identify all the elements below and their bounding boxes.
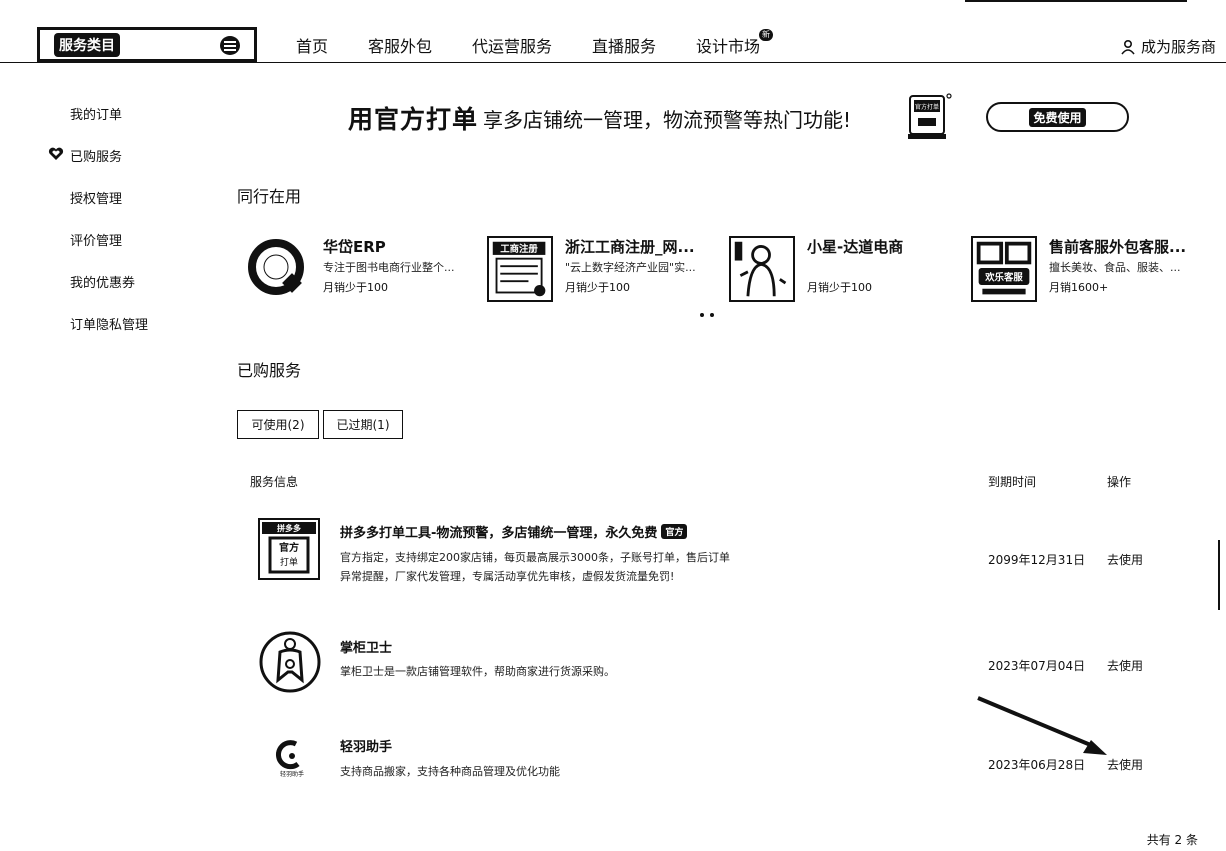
top-nav: 服务类目 首页 客服外包 代运营服务 直播服务 设计市场 新 成为服务商 <box>0 0 1226 63</box>
shopkeeper-guard-logo <box>259 631 321 693</box>
menu-icon[interactable] <box>220 36 240 55</box>
happy-service-logo: 欢乐客服 <box>971 236 1037 302</box>
sidebar-item-my-orders[interactable]: 我的订单 <box>70 104 122 123</box>
banner-illus-text: 官方打单 <box>915 103 939 111</box>
heart-icon <box>48 147 64 160</box>
annotation-arrow-icon <box>977 696 1107 755</box>
column-header-action: 操作 <box>1107 475 1132 489</box>
xiaoxing-logo <box>729 236 795 302</box>
service-title-text: 掌柜卫士 <box>340 641 393 656</box>
nav-operation-service[interactable]: 代运营服务 <box>472 33 552 57</box>
purchased-section-title: 已购服务 <box>237 361 302 380</box>
peer-card[interactable]: 华岱ERP 专注于图书电商行业整个... 月销少于100 <box>245 236 475 306</box>
tab-expired[interactable]: 已过期(1) <box>323 410 403 439</box>
column-header-expire: 到期时间 <box>988 475 1037 489</box>
peer-name: 小星-达道电商 <box>807 238 904 256</box>
service-title[interactable]: 掌柜卫士 <box>340 637 392 656</box>
row-logo-sub-text: 打单 <box>280 556 298 568</box>
banner-subtitle: 享多店铺统一管理，物流预警等热门功能! <box>483 108 852 132</box>
peers-section-title: 同行在用 <box>237 187 302 206</box>
service-desc: 掌柜卫士是一款店铺管理软件，帮助商家进行货源采购。 <box>340 665 615 678</box>
pdd-print-tool-logo: 拼多多 官方 打单 <box>258 518 320 580</box>
become-provider-label: 成为服务商 <box>1140 38 1216 56</box>
category-menu[interactable]: 服务类目 <box>37 27 257 62</box>
peer-name: 华岱ERP <box>323 238 386 256</box>
peer-sales: 月销少于100 <box>565 281 630 294</box>
carousel-dots[interactable] <box>700 313 720 317</box>
service-title-text: 拼多多打单工具-物流预警，多店铺统一管理，永久免费 <box>340 526 658 541</box>
qingyu-helper-logo: 轻羽助手 <box>276 740 304 778</box>
become-provider-link[interactable]: 成为服务商 <box>1120 36 1216 57</box>
row-logo-text: 轻羽助手 <box>280 770 304 778</box>
peer-name: 浙江工商注册_网... <box>565 238 695 256</box>
sidebar-item-purchased-services[interactable]: 已购服务 <box>70 146 122 165</box>
row-logo-main-text: 官方 <box>279 541 299 554</box>
peer-sales: 月销少于100 <box>323 281 388 294</box>
official-tag: 官方 <box>661 524 688 539</box>
peer-sales: 月销少于100 <box>807 281 872 294</box>
peer-card[interactable]: 工商注册 浙江工商注册_网... "云上数字经济产业园"实... 月销少于100 <box>487 236 717 306</box>
total-count: 共有 2 条 <box>1146 833 1198 847</box>
nav-live-service[interactable]: 直播服务 <box>592 33 656 57</box>
promo-banner[interactable]: 用官方打单 享多店铺统一管理，物流预警等热门功能! 官方打单 免费使用 <box>340 86 1140 146</box>
category-label: 服务类目 <box>54 32 120 57</box>
new-badge: 新 <box>759 29 773 41</box>
row-logo-top-text: 拼多多 <box>277 523 301 533</box>
sidebar-item-order-privacy[interactable]: 订单隐私管理 <box>70 314 148 333</box>
free-use-button[interactable]: 免费使用 <box>986 102 1129 132</box>
service-desc: 官方指定，支持绑定200家店铺，每页最高展示3000条，子账号打单，售后订单异常… <box>340 551 730 583</box>
huadai-logo <box>245 236 311 302</box>
use-button[interactable]: 去使用 <box>1107 657 1143 674</box>
peer-logo-text: 欢乐客服 <box>984 271 1023 283</box>
nav-design-market[interactable]: 设计市场 <box>696 33 760 57</box>
peer-card[interactable]: 小星-达道电商 月销少于100 <box>729 236 959 306</box>
free-use-label: 免费使用 <box>1029 107 1086 127</box>
service-desc: 支持商品搬家，支持各种商品管理及优化功能 <box>340 765 560 778</box>
nav-home[interactable]: 首页 <box>296 33 328 57</box>
business-registration-logo: 工商注册 <box>487 236 553 302</box>
user-icon <box>1121 39 1135 55</box>
use-button[interactable]: 去使用 <box>1107 551 1143 568</box>
peer-desc: "云上数字经济产业园"实... <box>565 261 696 274</box>
peer-name: 售前客服外包客服... <box>1049 238 1187 256</box>
expire-date: 2099年12月31日 <box>988 553 1086 567</box>
service-title-text: 轻羽助手 <box>340 740 393 755</box>
expire-date: 2023年07月04日 <box>988 659 1086 673</box>
peer-logo-text: 工商注册 <box>500 243 538 255</box>
peer-desc: 专注于图书电商行业整个... <box>323 261 455 274</box>
scrollbar[interactable] <box>1218 540 1220 610</box>
service-title[interactable]: 拼多多打单工具-物流预警，多店铺统一管理，永久免费 官方 <box>340 522 688 541</box>
nav-customer-outsourcing[interactable]: 客服外包 <box>368 33 432 57</box>
sidebar-item-coupons[interactable]: 我的优惠券 <box>70 272 135 291</box>
banner-title: 用官方打单 <box>348 105 479 134</box>
tab-available[interactable]: 可使用(2) <box>237 410 319 439</box>
peer-desc: 擅长美妆、食品、服装、... <box>1049 261 1181 274</box>
sidebar-item-reviews[interactable]: 评价管理 <box>70 230 122 249</box>
sidebar-item-authorization[interactable]: 授权管理 <box>70 188 122 207</box>
printer-illustration: 官方打单 <box>908 93 952 139</box>
peer-card[interactable]: 欢乐客服 售前客服外包客服... 擅长美妆、食品、服装、... 月销1600+ <box>971 236 1201 306</box>
peer-sales: 月销1600+ <box>1049 281 1109 294</box>
service-title[interactable]: 轻羽助手 <box>340 736 392 755</box>
column-header-info: 服务信息 <box>250 475 299 489</box>
